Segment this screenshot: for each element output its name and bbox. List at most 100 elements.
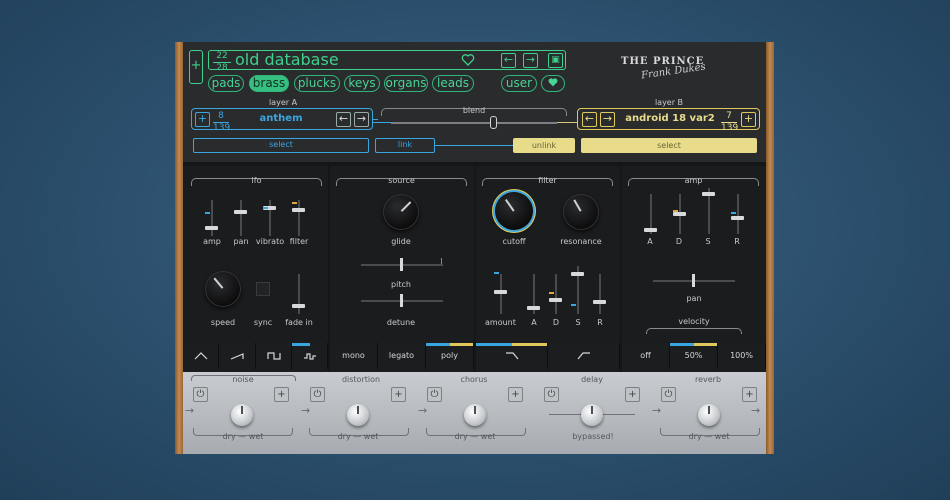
- lfo-vibrato-slider[interactable]: [263, 200, 276, 236]
- layer-b-prev-arrow-icon[interactable]: ←: [582, 112, 597, 127]
- fx-reverb-title: reverb: [694, 375, 722, 384]
- fx-reverb-add-icon[interactable]: +: [742, 387, 757, 402]
- add-preset-button[interactable]: +: [189, 50, 203, 84]
- layer-b-name[interactable]: android 18 var2: [621, 113, 719, 124]
- lfo-fade-in-label: fade in: [285, 318, 313, 327]
- layer-a-name[interactable]: anthem: [243, 113, 319, 124]
- fx-distortion-add-icon[interactable]: +: [391, 387, 406, 402]
- lfo-pan-slider[interactable]: [234, 200, 247, 236]
- detune-label: detune: [386, 318, 416, 327]
- fx-delay-add-icon[interactable]: +: [625, 387, 640, 402]
- velocity-title: velocity: [678, 317, 710, 326]
- amp-decay-slider[interactable]: [673, 194, 686, 234]
- filter-sustain-mod-tick: [571, 304, 576, 306]
- lfo-fade-in-slider[interactable]: [292, 274, 305, 314]
- lfo-title: lfo: [251, 176, 262, 185]
- cutoff-knob[interactable]: [495, 192, 533, 230]
- preset-name[interactable]: old database: [235, 50, 339, 70]
- fx-reverb-power-icon[interactable]: ⏻: [661, 387, 676, 402]
- fx-noise-knob[interactable]: [231, 404, 253, 426]
- filter-decay-slider[interactable]: [549, 274, 562, 314]
- fx-distortion-knob[interactable]: [347, 404, 369, 426]
- layer-b-title: layer B: [654, 98, 684, 107]
- layer-a-select-button[interactable]: select: [193, 138, 369, 153]
- layer-b-select-button[interactable]: select: [581, 138, 757, 153]
- link-button[interactable]: link: [375, 138, 435, 153]
- pitch-label: pitch: [391, 280, 411, 289]
- fx-output-arrow-icon: →: [751, 404, 761, 417]
- filter-release-slider[interactable]: [593, 274, 606, 314]
- category-keys[interactable]: keys: [344, 75, 380, 92]
- fx-noise-add-icon[interactable]: +: [274, 387, 289, 402]
- lfo-speed-knob[interactable]: [205, 271, 241, 307]
- voice-poly-label: poly: [441, 351, 458, 360]
- preset-counter: 22 28: [213, 52, 231, 73]
- layer-a-prev-arrow-icon[interactable]: ←: [336, 112, 351, 127]
- resonance-knob[interactable]: [563, 194, 599, 230]
- fx-chorus-power-icon[interactable]: ⏻: [427, 387, 442, 402]
- amp-release-slider[interactable]: [731, 194, 744, 234]
- lfo-amp-slider[interactable]: [205, 200, 218, 236]
- voice-legato-button[interactable]: legato: [378, 343, 426, 369]
- amp-attack-label: A: [647, 237, 653, 246]
- detune-slider-handle[interactable]: [400, 294, 403, 307]
- fx-distortion-power-icon[interactable]: ⏻: [310, 387, 325, 402]
- velocity-100-button[interactable]: 100%: [718, 343, 766, 369]
- fx-chorus-knob[interactable]: [464, 404, 486, 426]
- fx-chorus-arrow-icon: →: [418, 404, 428, 417]
- layer-a-index: 8: [218, 111, 224, 121]
- voice-poly-button[interactable]: poly: [426, 343, 474, 369]
- effects-rack: noise ⏻ + → dry — wet distortion ⏻ + → d…: [183, 372, 766, 454]
- lfo-shape-triangle-button[interactable]: [183, 343, 219, 369]
- amp-header: amp: [628, 176, 759, 186]
- next-preset-arrow-icon[interactable]: →: [523, 53, 538, 68]
- category-pads[interactable]: pads: [208, 75, 244, 92]
- layer-b-next-arrow-icon[interactable]: →: [600, 112, 615, 127]
- heart-outline-icon[interactable]: [461, 52, 475, 66]
- filter-highpass-button[interactable]: [548, 343, 620, 369]
- fx-noise-power-icon[interactable]: ⏻: [193, 387, 208, 402]
- filter-attack-slider[interactable]: [527, 274, 540, 314]
- velocity-50-button[interactable]: 50%: [670, 343, 718, 369]
- lfo-filter-slider[interactable]: [292, 200, 305, 236]
- fx-chorus-add-icon[interactable]: +: [508, 387, 523, 402]
- velocity-off-button[interactable]: off: [622, 343, 670, 369]
- unlink-button[interactable]: unlink: [513, 138, 575, 153]
- lfo-amp-label: amp: [203, 237, 221, 246]
- lfo-shape-random-button[interactable]: [292, 343, 328, 369]
- fx-reverb-knob[interactable]: [698, 404, 720, 426]
- velocity-50-label: 50%: [684, 351, 703, 360]
- lfo-shape-square-button[interactable]: [256, 343, 292, 369]
- save-icon[interactable]: ▣: [548, 53, 563, 68]
- layer-a-next-arrow-icon[interactable]: →: [354, 112, 369, 127]
- amp-attack-slider[interactable]: [644, 194, 657, 234]
- amp-pan-handle[interactable]: [692, 274, 695, 287]
- user-button[interactable]: user: [501, 75, 537, 92]
- lfo-shape-saw-button[interactable]: [219, 343, 256, 369]
- amp-sustain-slider[interactable]: [702, 188, 715, 234]
- category-organs[interactable]: organs: [384, 75, 428, 92]
- fx-delay-knob[interactable]: [581, 404, 603, 426]
- pitch-slider-handle[interactable]: [400, 258, 403, 271]
- lfo-sync-toggle[interactable]: [256, 282, 270, 296]
- blend-slider-handle[interactable]: [490, 116, 497, 129]
- layer-a-add-icon[interactable]: +: [195, 112, 210, 127]
- prev-preset-arrow-icon[interactable]: ←: [501, 53, 516, 68]
- blend-title: blend: [462, 106, 486, 115]
- layer-b-add-icon[interactable]: +: [741, 112, 756, 127]
- amp-release-label: R: [734, 237, 740, 246]
- category-plucks[interactable]: plucks: [294, 75, 340, 92]
- fx-delay-power-icon[interactable]: ⏻: [544, 387, 559, 402]
- filter-sustain-slider[interactable]: [571, 266, 584, 314]
- pitch-marker: [441, 258, 442, 264]
- category-leads[interactable]: leads: [432, 75, 474, 92]
- blend-slider-track[interactable]: [391, 122, 557, 124]
- filter-lowpass-button[interactable]: [476, 343, 548, 369]
- voice-mono-button[interactable]: mono: [330, 343, 378, 369]
- category-brass[interactable]: brass: [249, 75, 289, 92]
- source-title: source: [388, 176, 415, 185]
- filter-amount-slider[interactable]: [494, 274, 507, 314]
- glide-knob[interactable]: [383, 194, 419, 230]
- favorites-heart-icon[interactable]: [541, 75, 565, 92]
- blend-left-line: [373, 122, 391, 123]
